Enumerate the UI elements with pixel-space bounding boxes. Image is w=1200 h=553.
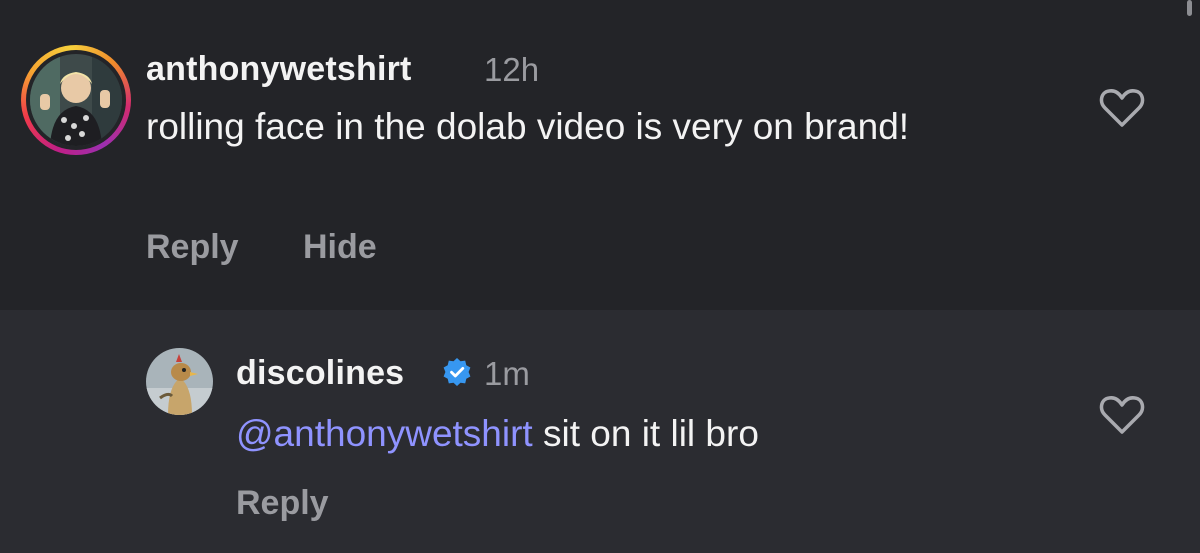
reply-body: sit on it lil bro [532, 413, 759, 454]
reply-timestamp: 1m [484, 355, 530, 392]
comment-username[interactable]: anthonywetshirt [146, 50, 412, 89]
comment-timestamp: 12h [484, 51, 540, 88]
avatar [30, 54, 122, 146]
scrollbar[interactable] [1187, 0, 1192, 16]
reply-button[interactable]: Reply [146, 228, 239, 267]
heart-outline-icon[interactable] [1099, 394, 1145, 436]
hide-button[interactable]: Hide [303, 228, 377, 267]
heart-outline-icon[interactable] [1099, 87, 1145, 129]
mention-link[interactable]: @anthonywetshirt [236, 413, 533, 454]
comment-text: rolling face in the dolab video is very … [146, 106, 910, 147]
avatar-story-ring[interactable] [21, 45, 131, 155]
reply-button[interactable]: Reply [236, 484, 329, 523]
reply-text: @anthonywetshirt sit on it lil bro [236, 408, 1136, 460]
verified-badge-icon [443, 358, 471, 386]
avatar[interactable] [146, 348, 213, 415]
reply-username[interactable]: discolines [236, 354, 404, 393]
